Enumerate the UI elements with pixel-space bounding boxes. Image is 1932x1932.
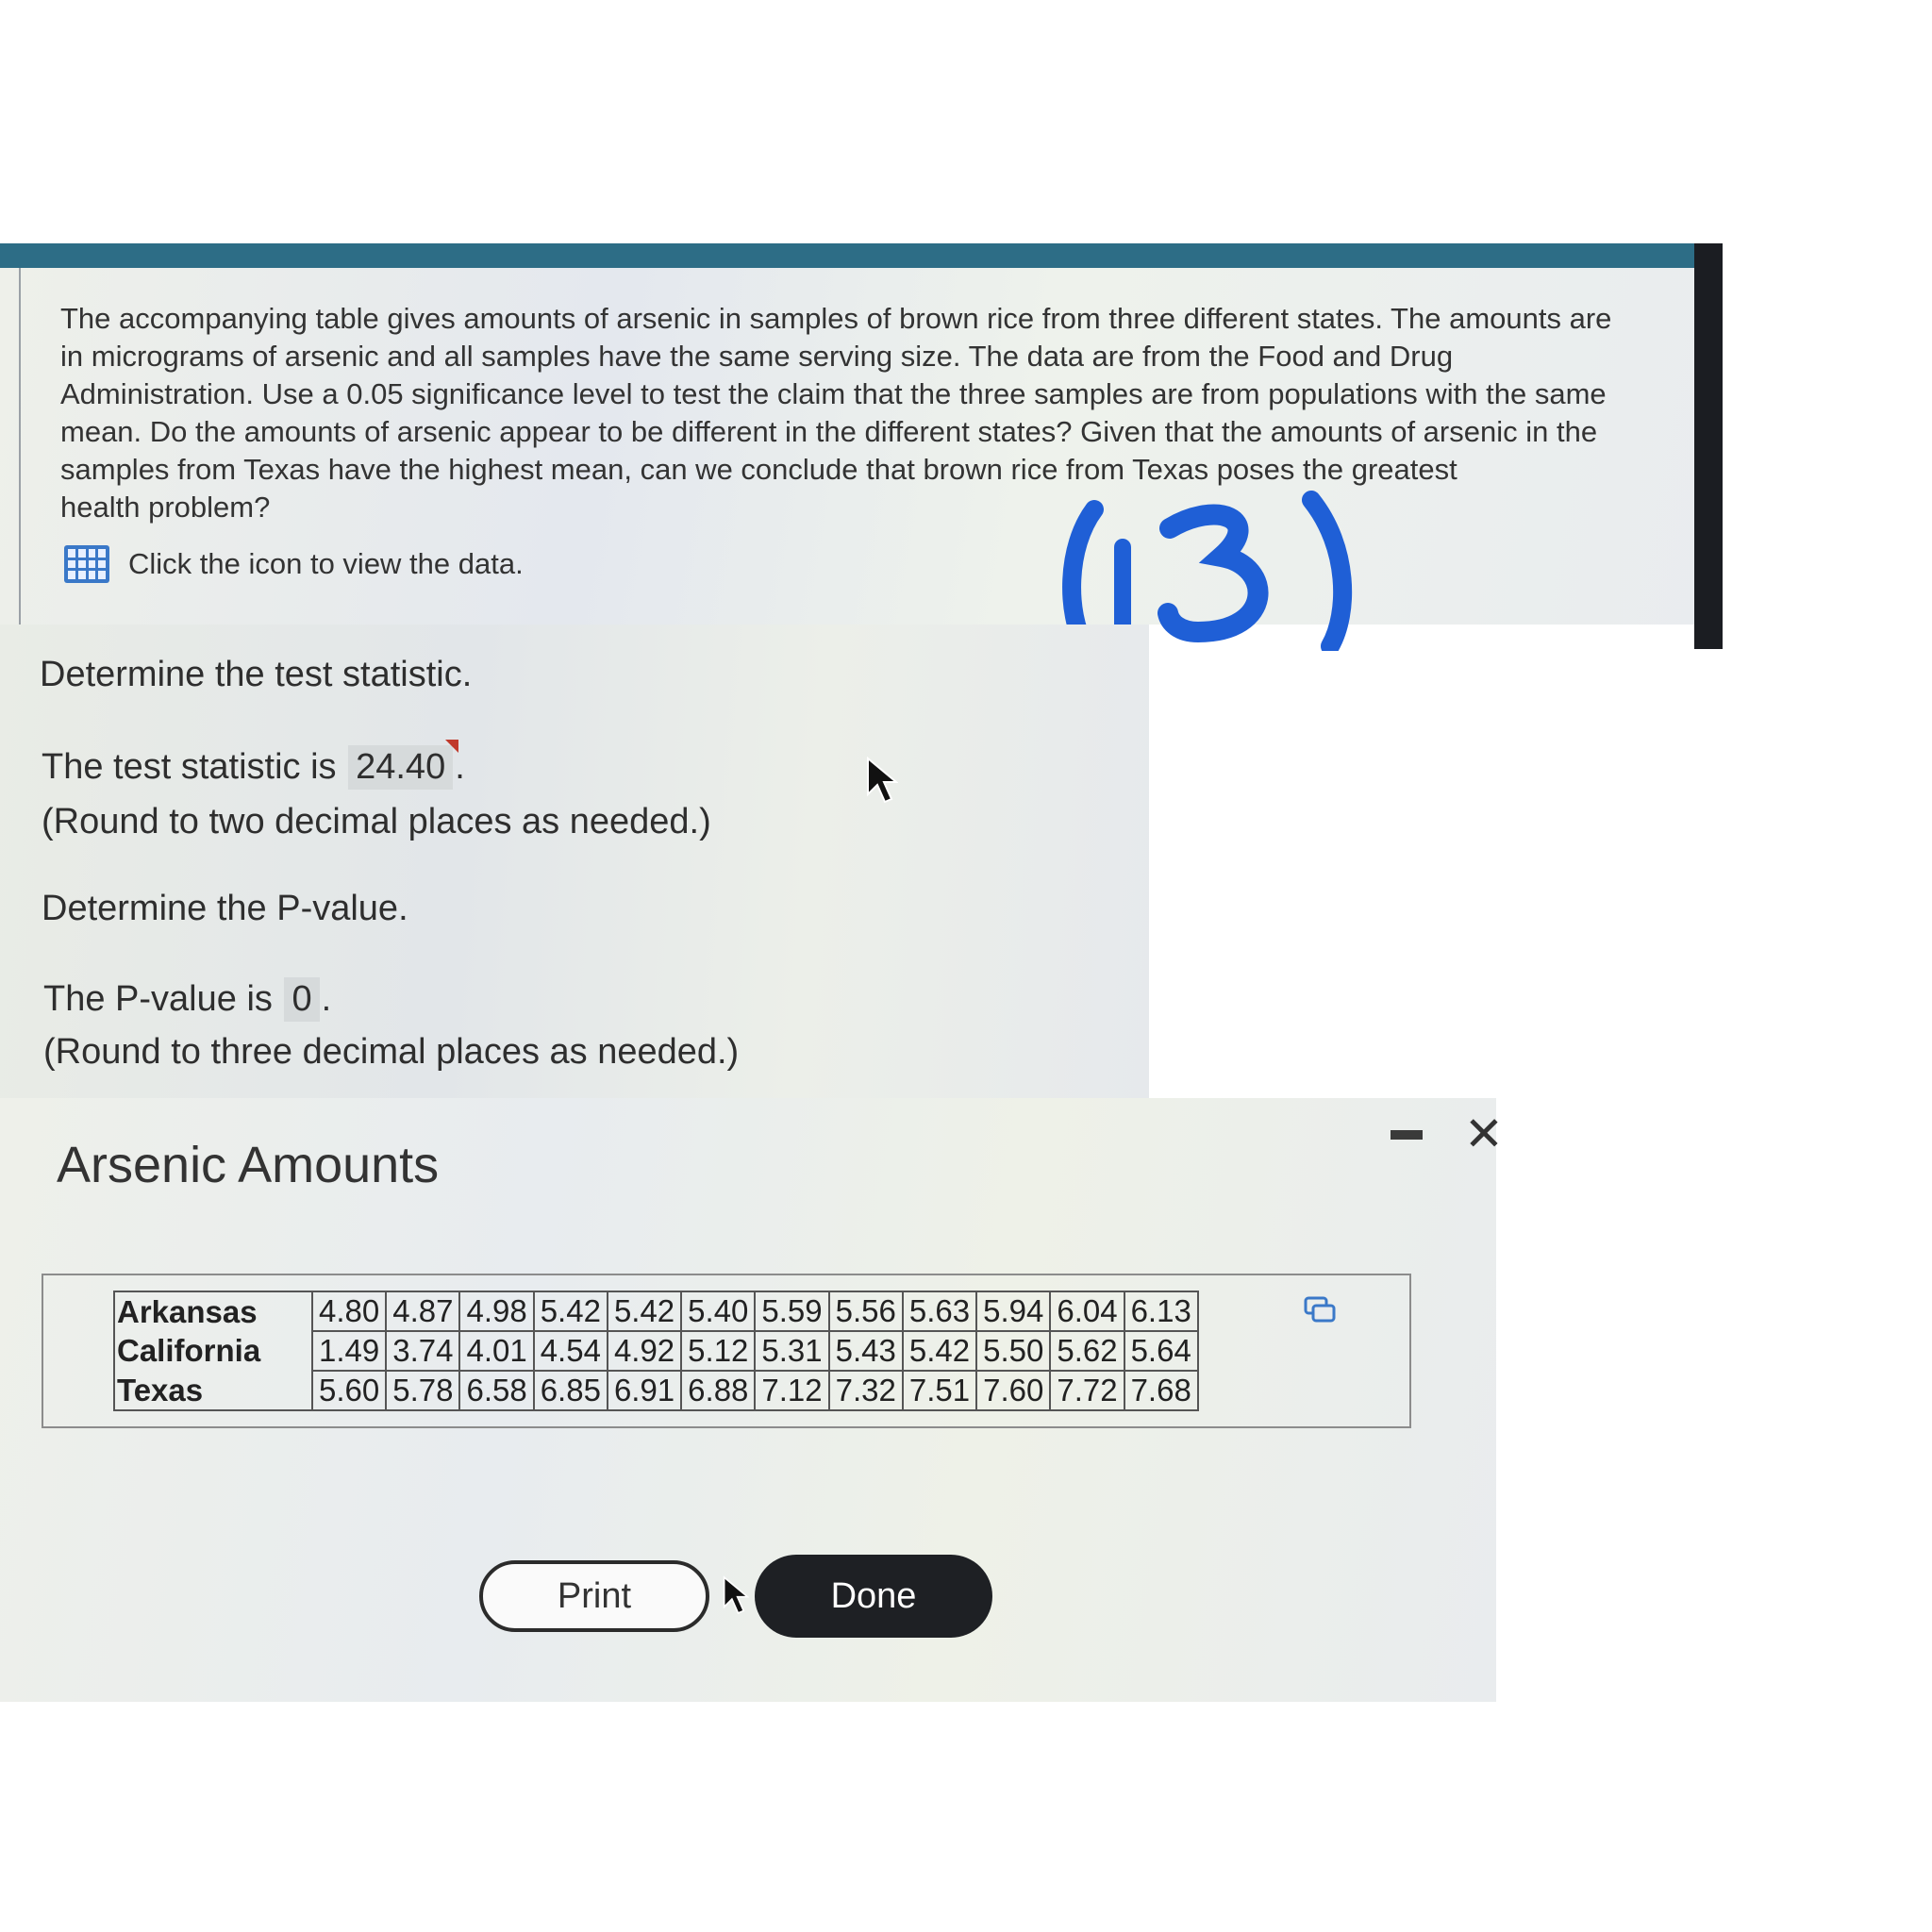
answer-panel: Determine the test statistic. The test s… bbox=[0, 625, 1149, 1098]
table-cell: 4.01 bbox=[458, 1330, 535, 1372]
table-cell: 6.58 bbox=[458, 1370, 535, 1411]
panel-left-rule bbox=[19, 268, 21, 625]
question-line: health problem? bbox=[60, 491, 271, 524]
table-cell: 7.12 bbox=[754, 1370, 830, 1411]
table-cell: 5.31 bbox=[754, 1330, 830, 1372]
table-cell: 4.98 bbox=[458, 1291, 535, 1332]
table-cell: 6.85 bbox=[532, 1370, 608, 1411]
close-icon[interactable]: ✕ bbox=[1464, 1106, 1504, 1162]
question-line: in micrograms of arsenic and all samples… bbox=[60, 340, 1454, 373]
done-button[interactable]: Done bbox=[755, 1555, 992, 1638]
table-cell: 6.88 bbox=[680, 1370, 757, 1411]
table-cell: 4.54 bbox=[532, 1330, 608, 1372]
question-line: Administration. Use a 0.05 significance … bbox=[60, 377, 1607, 410]
table-cell: 5.60 bbox=[310, 1370, 388, 1411]
question-panel: The accompanying table gives amounts of … bbox=[0, 243, 1723, 651]
table-cell: 5.42 bbox=[901, 1330, 978, 1372]
print-button[interactable]: Print bbox=[479, 1560, 709, 1632]
mouse-cursor-icon bbox=[867, 757, 898, 804]
test-stat-heading: Determine the test statistic. bbox=[40, 655, 473, 694]
table-cell: 5.40 bbox=[680, 1291, 757, 1332]
table-cell: 4.87 bbox=[385, 1291, 461, 1332]
test-stat-suffix: . bbox=[455, 747, 465, 787]
view-data-link[interactable]: Click the icon to view the data. bbox=[64, 545, 524, 583]
table-cell: 5.63 bbox=[901, 1291, 978, 1332]
mouse-cursor-icon bbox=[723, 1575, 749, 1615]
table-cell: 7.51 bbox=[901, 1370, 978, 1411]
question-text: The accompanying table gives amounts of … bbox=[60, 300, 1664, 526]
table-cell: 6.04 bbox=[1049, 1291, 1125, 1332]
pvalue-value: 0 bbox=[291, 979, 312, 1019]
table-cell: 5.94 bbox=[975, 1291, 1052, 1332]
test-stat-line: The test statistic is 24.40 . bbox=[42, 740, 465, 790]
table-cell: 7.68 bbox=[1123, 1370, 1199, 1411]
grid-data-icon[interactable] bbox=[64, 545, 109, 583]
test-stat-note: (Round to two decimal places as needed.) bbox=[42, 802, 711, 841]
pvalue-answer-box[interactable]: 0 bbox=[284, 977, 320, 1022]
minimize-icon[interactable] bbox=[1391, 1130, 1423, 1140]
table-cell: 5.64 bbox=[1123, 1330, 1199, 1372]
table-row: California 1.49 3.74 4.01 4.54 4.92 5.12 5.31 5.… bbox=[113, 1330, 1199, 1372]
state-label: Arkansas bbox=[113, 1291, 313, 1331]
table-cell: 4.80 bbox=[310, 1291, 388, 1332]
pvalue-line: The P-value is 0 . bbox=[43, 977, 331, 1022]
table-cell: 5.12 bbox=[680, 1330, 757, 1372]
table-cell: 1.49 bbox=[310, 1330, 388, 1372]
pvalue-prefix: The P-value is bbox=[43, 979, 273, 1019]
question-line: samples from Texas have the highest mean… bbox=[60, 453, 1457, 486]
data-popup-window: Arsenic Amounts ✕ Arkansas 4.80 4.87 4.98 5.… bbox=[0, 1098, 1504, 1702]
test-stat-answer-box[interactable]: 24.40 bbox=[348, 740, 459, 790]
state-label: Texas bbox=[113, 1371, 313, 1411]
table-row: Texas 5.60 5.78 6.58 6.85 6.91 6.88 7.12 7.32 7.5… bbox=[113, 1370, 1199, 1411]
question-line: mean. Do the amounts of arsenic appear t… bbox=[60, 415, 1598, 448]
question-line: The accompanying table gives amounts of … bbox=[60, 302, 1612, 335]
table-row: Arkansas 4.80 4.87 4.98 5.42 5.42 5.40 5.59 5.56… bbox=[113, 1291, 1199, 1332]
table-cell: 3.74 bbox=[385, 1330, 461, 1372]
pvalue-heading: Determine the P-value. bbox=[42, 889, 408, 928]
view-data-label: Click the icon to view the data. bbox=[128, 547, 524, 580]
table-cell: 5.62 bbox=[1049, 1330, 1125, 1372]
incorrect-flag-icon bbox=[445, 740, 459, 753]
table-cell: 5.59 bbox=[754, 1291, 830, 1332]
table-cell: 6.91 bbox=[606, 1370, 683, 1411]
table-cell: 5.43 bbox=[827, 1330, 904, 1372]
arsenic-table: Arkansas 4.80 4.87 4.98 5.42 5.42 5.40 5.59 5.56… bbox=[113, 1291, 1199, 1411]
table-cell: 6.13 bbox=[1123, 1291, 1199, 1332]
table-cell: 7.60 bbox=[975, 1370, 1052, 1411]
pvalue-note: (Round to three decimal places as needed… bbox=[43, 1032, 740, 1072]
table-cell: 5.50 bbox=[975, 1330, 1052, 1372]
table-cell: 7.72 bbox=[1049, 1370, 1125, 1411]
table-cell: 4.92 bbox=[606, 1330, 683, 1372]
test-stat-value: 24.40 bbox=[356, 747, 446, 787]
table-cell: 5.42 bbox=[606, 1291, 683, 1332]
table-cell: 5.56 bbox=[827, 1291, 904, 1332]
table-cell: 7.32 bbox=[827, 1370, 904, 1411]
popup-title: Arsenic Amounts bbox=[57, 1137, 440, 1193]
pvalue-suffix: . bbox=[321, 979, 332, 1019]
dark-edge bbox=[1694, 243, 1723, 649]
test-stat-prefix: The test statistic is bbox=[42, 747, 337, 787]
state-label: California bbox=[113, 1331, 313, 1371]
copy-icon[interactable] bbox=[1304, 1296, 1336, 1324]
table-cell: 5.42 bbox=[532, 1291, 608, 1332]
table-cell: 5.78 bbox=[385, 1370, 461, 1411]
